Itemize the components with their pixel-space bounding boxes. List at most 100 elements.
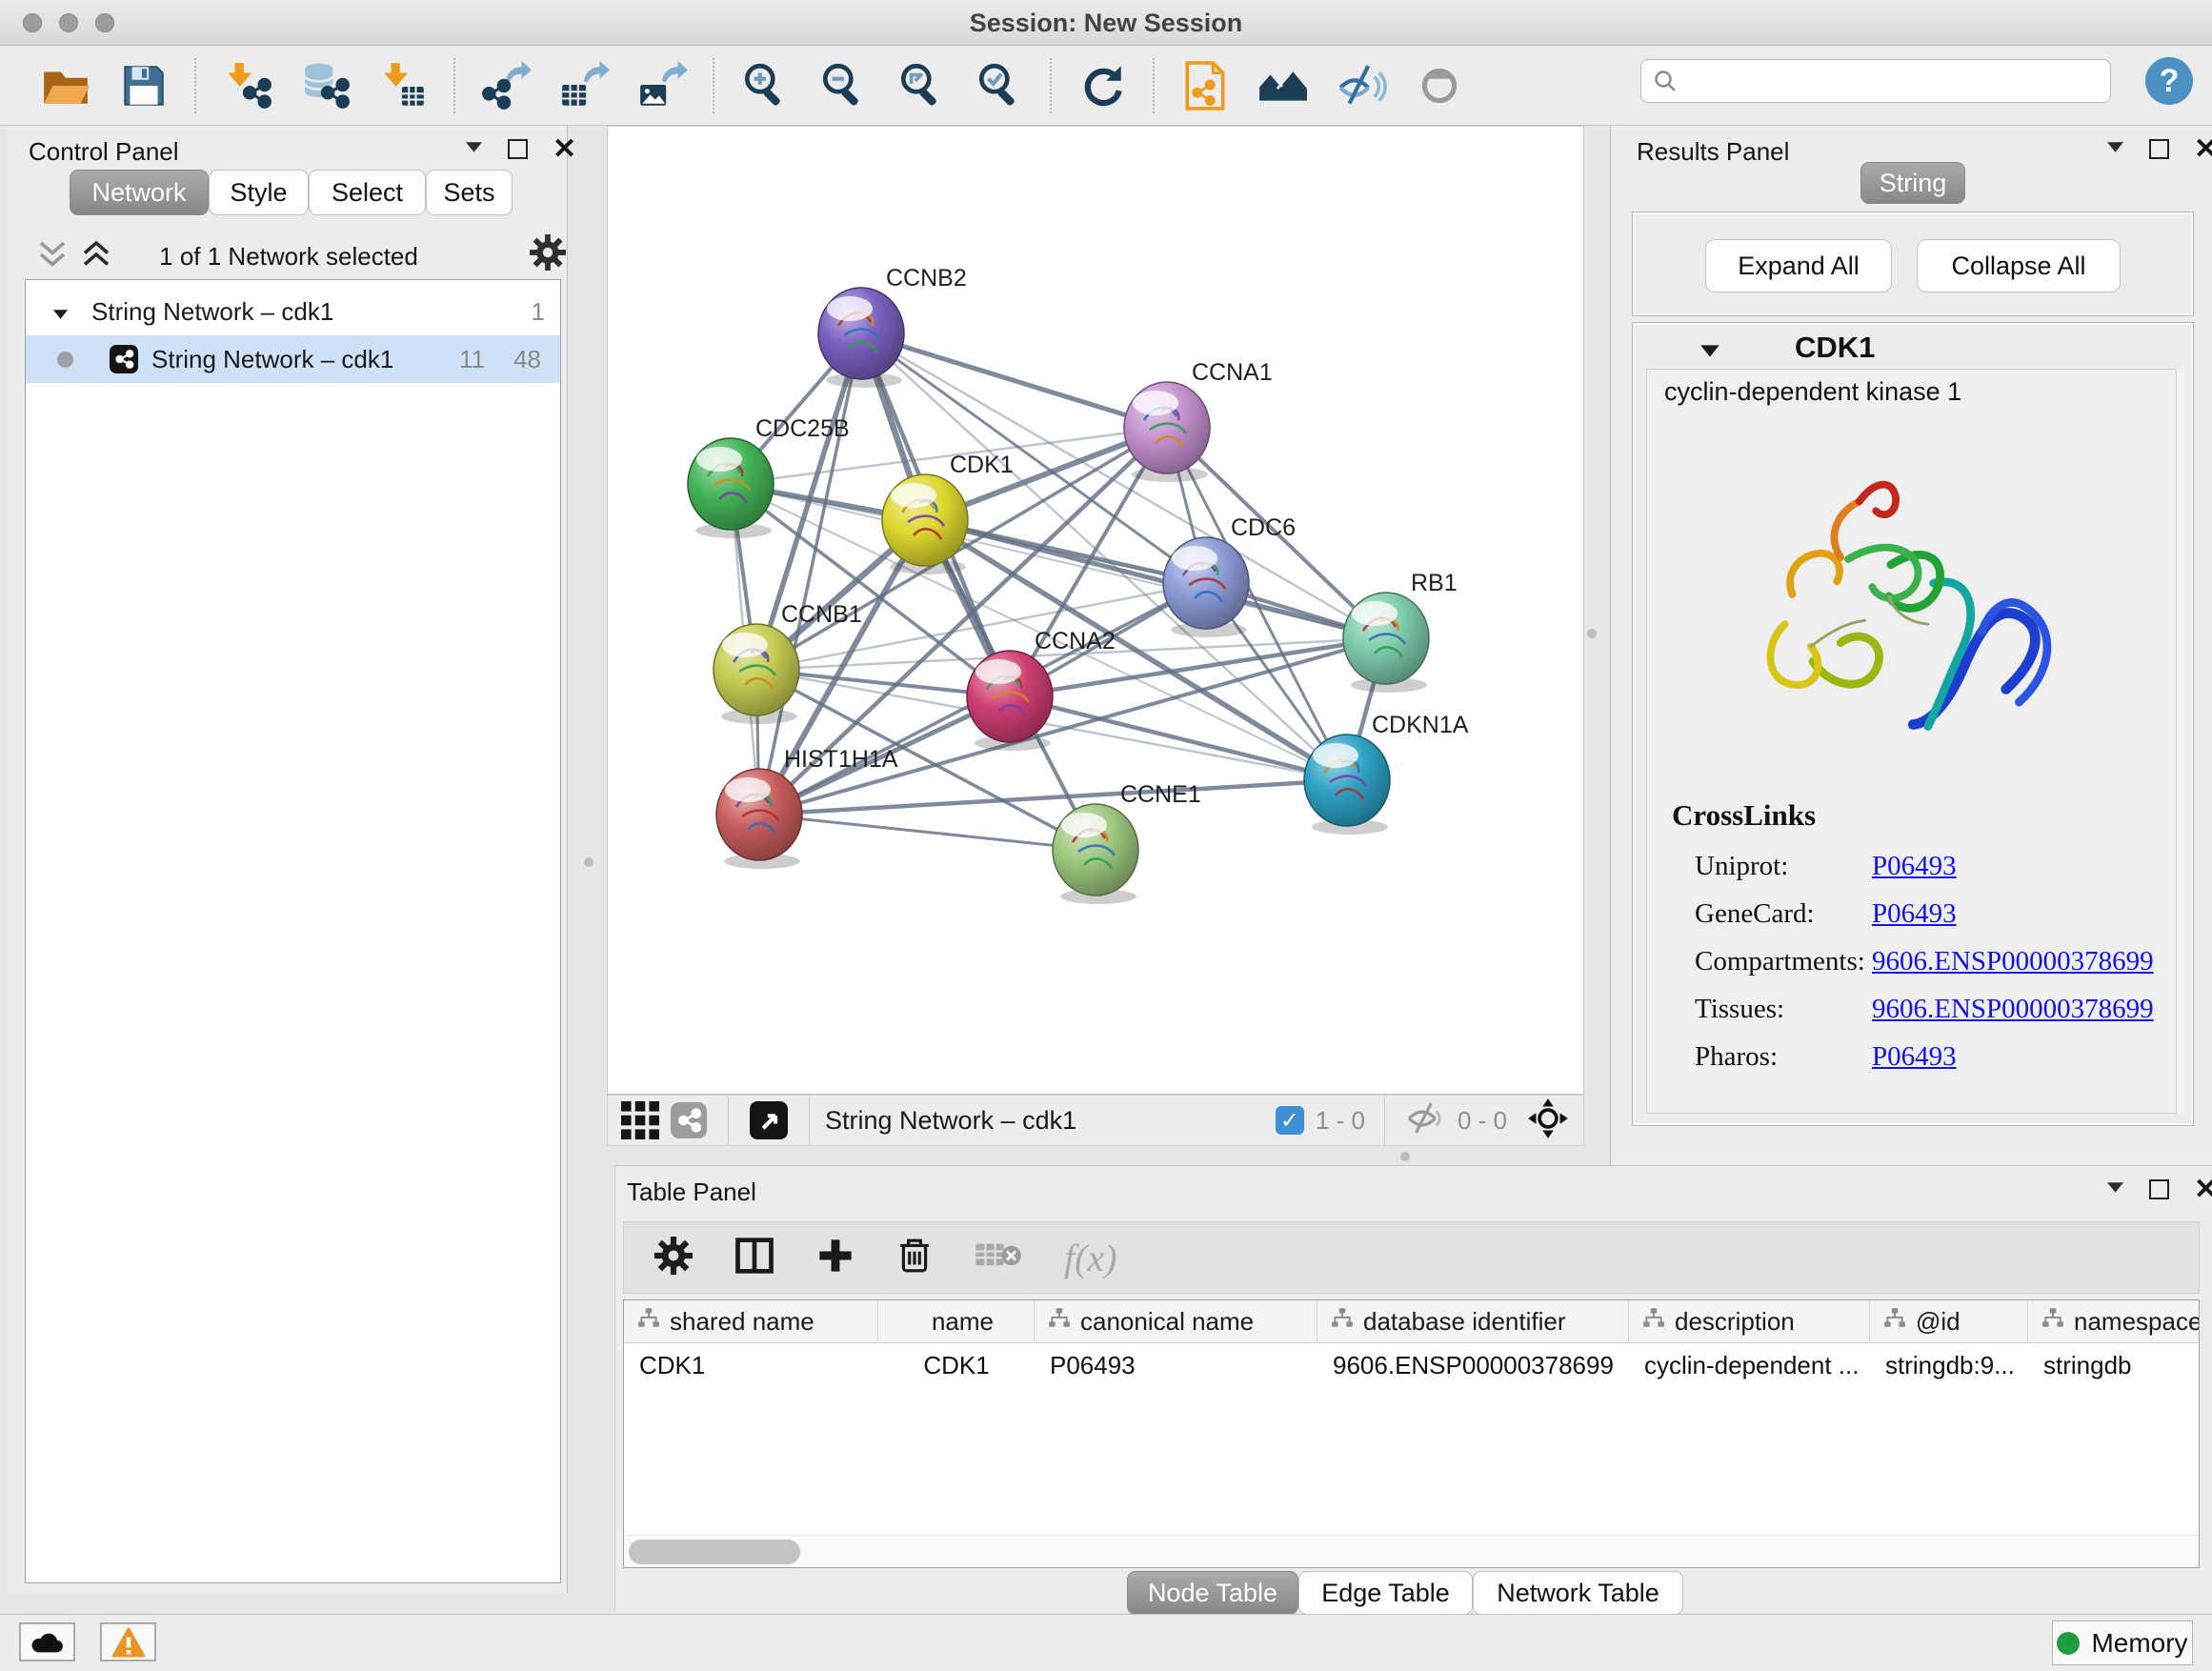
table-hscrollbar[interactable] — [624, 1535, 2199, 1567]
zoom-fit-content-icon[interactable] — [895, 60, 947, 111]
column-header-description[interactable]: description — [1629, 1300, 1870, 1342]
float-panel-icon[interactable] — [508, 139, 528, 159]
table-cell[interactable]: P06493 — [1035, 1343, 1317, 1387]
collapse-panel-icon[interactable] — [2106, 141, 2124, 158]
cloud-status-button[interactable] — [19, 1622, 75, 1661]
collapse-all-button[interactable]: Collapse All — [1917, 239, 2121, 292]
network-share-gray-icon[interactable] — [671, 1102, 707, 1138]
column-header--id[interactable]: @id — [1870, 1300, 2028, 1342]
right-splitter-handle[interactable] — [1587, 629, 1597, 638]
network-node-cdc25b[interactable] — [688, 438, 774, 538]
warnings-button[interactable] — [100, 1622, 156, 1661]
tab-edge-table[interactable]: Edge Table — [1298, 1571, 1473, 1615]
close-window-icon[interactable] — [23, 13, 42, 32]
tab-network[interactable]: Network — [70, 170, 209, 215]
network-canvas[interactable]: CCNB2CCNA1CDC25BCDK1CDC6RB1CCNB1CCNA2CDK… — [607, 126, 1584, 1095]
gene-collapse-icon[interactable] — [1699, 344, 1720, 363]
zoom-in-icon[interactable] — [739, 60, 791, 111]
column-header-canonical-name[interactable]: canonical name — [1035, 1300, 1317, 1342]
network-edge[interactable] — [759, 780, 1347, 815]
help-button[interactable]: ? — [2145, 57, 2193, 105]
birds-eye-view-icon[interactable] — [750, 1101, 788, 1139]
collapse-panel-icon[interactable] — [2106, 1181, 2124, 1198]
network-edge[interactable] — [759, 815, 1096, 850]
network-options-gear-icon[interactable] — [530, 234, 566, 275]
network-edge[interactable] — [759, 333, 861, 815]
float-panel-icon[interactable] — [2149, 1179, 2169, 1199]
tab-node-table[interactable]: Node Table — [1127, 1571, 1298, 1615]
show-columns-icon[interactable] — [734, 1236, 774, 1280]
network-node-ccne1[interactable] — [1053, 804, 1138, 904]
table-cell[interactable]: CDK1 — [878, 1343, 1035, 1387]
import-table-from-file-icon[interactable] — [377, 60, 429, 111]
hide-results-icon[interactable] — [1336, 60, 1387, 111]
tab-select[interactable]: Select — [309, 170, 426, 215]
import-network-from-database-icon[interactable] — [299, 60, 351, 111]
delete-column-trash-icon[interactable] — [896, 1236, 933, 1280]
table-settings-gear-icon[interactable] — [654, 1237, 693, 1279]
search-field[interactable] — [1640, 59, 2111, 103]
minimize-window-icon[interactable] — [59, 13, 78, 32]
expand-all-networks-icon[interactable] — [80, 240, 112, 273]
tab-style[interactable]: Style — [209, 170, 309, 215]
export-table-icon[interactable] — [558, 60, 610, 111]
export-network-icon[interactable] — [480, 60, 532, 111]
collection-expand-icon[interactable] — [52, 297, 69, 327]
column-header-name[interactable]: name — [878, 1300, 1035, 1342]
show-results-icon[interactable] — [1414, 60, 1465, 111]
compartments-icon[interactable] — [1257, 60, 1309, 111]
table-cell[interactable]: stringdb:9... — [1870, 1343, 2028, 1387]
save-session-icon[interactable] — [118, 60, 170, 111]
crosslink-link[interactable]: 9606.ENSP00000378699 — [1872, 994, 2154, 1025]
crosslink-link[interactable]: P06493 — [1872, 851, 1957, 882]
table-cell[interactable]: 9606.ENSP00000378699 — [1317, 1343, 1629, 1387]
column-header-shared-name[interactable]: shared name — [624, 1300, 878, 1342]
close-panel-icon[interactable]: ✕ — [2194, 140, 2212, 159]
crosslink-link[interactable]: P06493 — [1872, 1041, 1957, 1073]
export-image-icon[interactable] — [636, 60, 688, 111]
network-row-selected[interactable]: String Network – cdk1 11 48 — [26, 335, 560, 383]
tab-sets[interactable]: Sets — [426, 170, 513, 215]
collapse-panel-icon[interactable] — [465, 141, 483, 158]
network-node-hist1h1a[interactable] — [716, 769, 802, 869]
crosslink-link[interactable]: 9606.ENSP00000378699 — [1872, 946, 2154, 977]
zoom-selected-icon[interactable] — [974, 60, 1025, 111]
tab-network-table[interactable]: Network Table — [1473, 1571, 1683, 1615]
memory-button[interactable]: Memory — [2052, 1621, 2193, 1665]
selected-checkbox-icon[interactable]: ✓ — [1276, 1106, 1304, 1135]
bottom-splitter-handle[interactable] — [1400, 1152, 1410, 1161]
add-column-plus-icon[interactable] — [816, 1237, 855, 1279]
float-panel-icon[interactable] — [2149, 139, 2169, 159]
network-node-ccnb2[interactable] — [818, 288, 904, 388]
table-cell[interactable]: stringdb — [2028, 1343, 2200, 1387]
zoom-out-icon[interactable] — [817, 60, 869, 111]
show-grid-icon[interactable] — [621, 1101, 659, 1139]
maximize-window-icon[interactable] — [95, 13, 114, 32]
apply-preferred-layout-icon[interactable] — [1076, 60, 1128, 111]
close-panel-icon[interactable]: ✕ — [2194, 1180, 2212, 1199]
column-header-namespace[interactable]: namespace — [2028, 1300, 2200, 1342]
network-node-cdkn1a[interactable] — [1304, 735, 1390, 835]
network-edge[interactable] — [925, 520, 1386, 638]
network-node-ccna1[interactable] — [1124, 382, 1210, 482]
crosshair-icon[interactable] — [1526, 1097, 1570, 1145]
network-edge[interactable] — [861, 333, 1167, 428]
string-protein-query-icon[interactable] — [1179, 60, 1231, 111]
table-cell[interactable]: CDK1 — [624, 1343, 878, 1387]
tab-string[interactable]: String — [1860, 162, 1965, 204]
table-hscrollbar-thumb[interactable] — [629, 1540, 800, 1564]
column-header-database-identifier[interactable]: database identifier — [1317, 1300, 1629, 1342]
crosslink-link[interactable]: P06493 — [1872, 898, 1957, 930]
expand-all-button[interactable]: Expand All — [1705, 239, 1892, 292]
collapse-all-networks-icon[interactable] — [36, 240, 69, 273]
network-node-ccnb1[interactable] — [714, 624, 799, 724]
network-node-rb1[interactable] — [1343, 593, 1429, 693]
open-session-icon[interactable] — [40, 60, 91, 111]
close-panel-icon[interactable]: ✕ — [553, 140, 576, 159]
hidden-eye-slash-icon[interactable] — [1404, 1101, 1446, 1140]
left-splitter-handle[interactable] — [584, 857, 593, 867]
import-network-from-file-icon[interactable] — [221, 60, 272, 111]
network-collection-row[interactable]: String Network – cdk1 1 — [26, 292, 560, 332]
table-cell[interactable]: cyclin-dependent ... — [1629, 1343, 1870, 1387]
results-scrollbar[interactable] — [2176, 369, 2185, 1114]
